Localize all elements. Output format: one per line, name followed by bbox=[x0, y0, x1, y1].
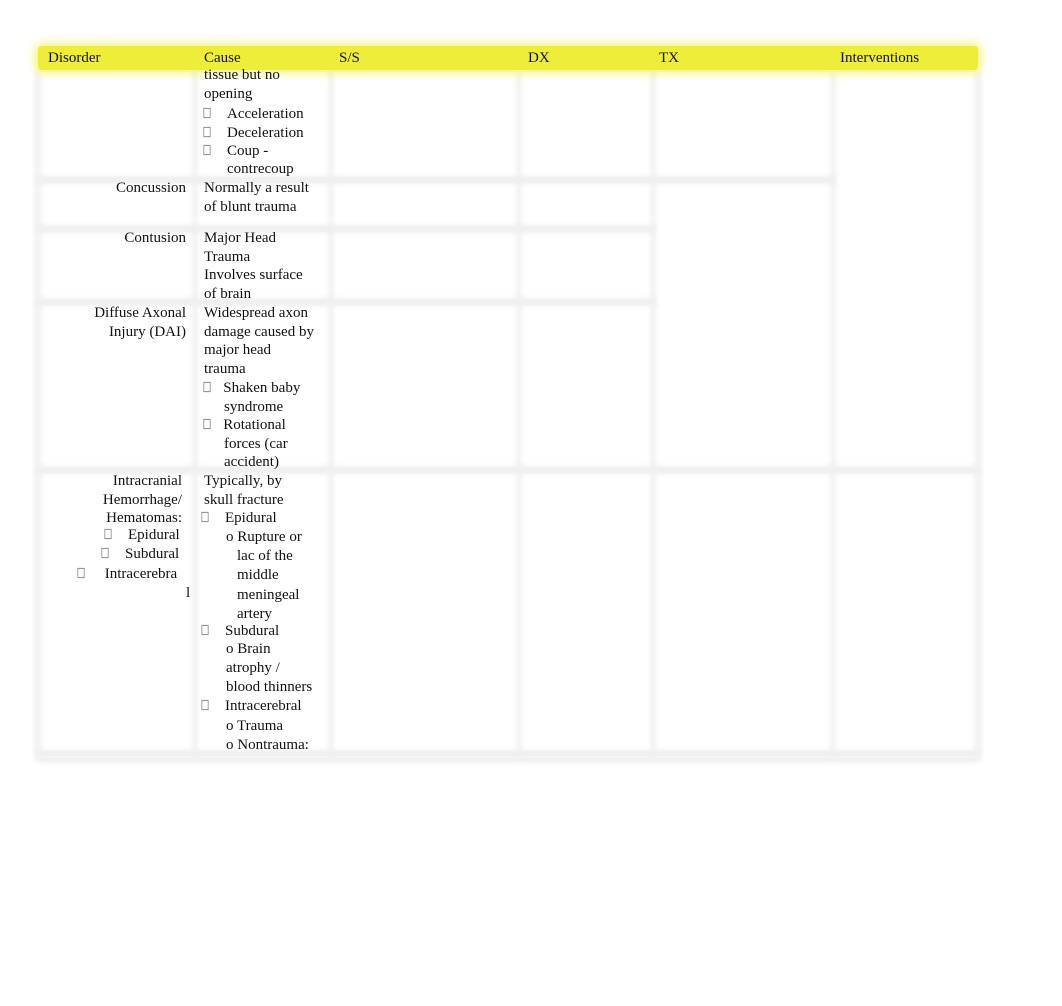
bullet-icon bbox=[201, 699, 209, 711]
list-item: Acceleration bbox=[227, 106, 304, 122]
disorder-bullet: Subdural bbox=[100, 545, 179, 564]
bullet-icon bbox=[201, 511, 209, 523]
cause-text: Involves surface bbox=[204, 267, 303, 284]
disorder-bullet: Intracerebra bbox=[76, 565, 177, 584]
grid-line bbox=[36, 750, 980, 758]
bullet-icon bbox=[203, 381, 211, 393]
disorder-name: Intracranial Hemorrhage/ Hematomas: bbox=[56, 472, 182, 528]
cause-bullet-list: Acceleration Deceleration Coup - bbox=[202, 105, 304, 161]
cause-text: skull fracture bbox=[204, 491, 284, 508]
bullet-icon bbox=[203, 126, 211, 137]
sub-item: lac of the bbox=[237, 548, 293, 564]
grid-line bbox=[974, 72, 980, 758]
grid-line bbox=[830, 72, 836, 758]
list-item: Epidural bbox=[225, 510, 277, 526]
table-row: tissue but no opening bbox=[204, 66, 280, 104]
grid-line bbox=[192, 72, 198, 758]
disorder-name: Concussion bbox=[115, 180, 186, 196]
sub-list: lac of the middle meningeal artery bbox=[237, 547, 299, 625]
bullet-icon bbox=[104, 528, 112, 540]
cause-text: of blunt trauma bbox=[204, 198, 297, 215]
table-row: Typically, by skull fracture bbox=[204, 472, 284, 509]
cause-text: tissue but no bbox=[204, 67, 280, 83]
list-item: Deceleration bbox=[227, 124, 304, 141]
cause-text: Major Head bbox=[204, 230, 277, 246]
header-disorder: Disorder bbox=[48, 50, 101, 66]
sub-item: atrophy / bbox=[226, 660, 280, 677]
list-item: Intracerebral bbox=[225, 698, 302, 714]
grid-line bbox=[328, 72, 334, 758]
list-item: Shaken baby bbox=[223, 380, 301, 396]
cause-text: opening bbox=[204, 85, 253, 102]
cause-bullet-list: Shaken baby syndrome Rotational forces (… bbox=[202, 379, 300, 472]
sub-item: meningeal bbox=[237, 586, 300, 603]
cause-text: damage caused by bbox=[204, 323, 314, 340]
header-tx: TX bbox=[659, 50, 679, 66]
bullet-icon bbox=[201, 624, 209, 636]
sub-item: blood thinners bbox=[226, 678, 313, 695]
cause-bullet: Epidural bbox=[200, 509, 277, 528]
list-item: forces (car bbox=[224, 435, 288, 452]
list-item: Subdural bbox=[125, 546, 180, 562]
table-frame bbox=[38, 72, 978, 758]
grid-line bbox=[650, 72, 656, 758]
list-item: Epidural bbox=[128, 527, 180, 543]
bullet-icon bbox=[203, 107, 211, 119]
header-interventions: Interventions bbox=[840, 50, 920, 66]
list-item: Intracerebra bbox=[104, 566, 178, 582]
bullet-icon bbox=[203, 145, 211, 156]
disorder-name: Diffuse Axonal Injury (DAI) bbox=[56, 304, 186, 341]
disorder-line: Hematomas: bbox=[106, 510, 182, 527]
cause-text: trauma bbox=[204, 360, 246, 377]
sub-list: o Brain atrophy / blood thinners bbox=[226, 640, 312, 697]
header-dx: DX bbox=[528, 50, 550, 66]
disorder-line: Hemorrhage/ bbox=[102, 491, 182, 508]
list-item-continuation: contrecoup bbox=[227, 161, 294, 177]
table-row: Widespread axon damage caused by major h… bbox=[204, 304, 314, 378]
disorder-line: Intracranial bbox=[112, 473, 182, 489]
table-header bbox=[38, 46, 978, 70]
disorder-bullet-continuation: l bbox=[186, 585, 191, 601]
table-row: Normally a result of blunt trauma bbox=[204, 179, 309, 216]
list-item: accident) bbox=[224, 454, 279, 471]
cause-text: Trauma bbox=[204, 248, 251, 265]
sub-item: o Trauma bbox=[226, 718, 284, 734]
table-row: Major Head Trauma Involves surface of br… bbox=[204, 229, 303, 303]
disorder-name: Contusion bbox=[124, 230, 186, 246]
header-ss: S/S bbox=[339, 50, 360, 66]
bullet-icon bbox=[101, 547, 109, 559]
grid-line bbox=[516, 72, 522, 758]
cause-text: Normally a result bbox=[204, 180, 309, 196]
bullet-icon bbox=[203, 419, 211, 430]
sub-item: o Brain bbox=[226, 641, 271, 657]
disorder-line: Injury (DAI) bbox=[108, 323, 186, 340]
sub-item: o Nontrauma: bbox=[226, 737, 309, 754]
header-cause: Cause bbox=[204, 50, 241, 66]
list-item: Rotational bbox=[223, 417, 286, 434]
cause-bullet: Subdural bbox=[200, 622, 279, 641]
disorder-line: Diffuse Axonal bbox=[94, 305, 186, 321]
cause-text: Typically, by bbox=[204, 473, 282, 489]
sub-list: o Trauma o Nontrauma: bbox=[226, 717, 309, 756]
cause-text: Widespread axon bbox=[204, 305, 308, 321]
cause-text: major head bbox=[204, 342, 272, 359]
disorder-bullet: Epidural bbox=[103, 526, 180, 545]
sub-item: o Rupture or bbox=[226, 529, 302, 545]
list-item: syndrome bbox=[224, 398, 284, 415]
list-item: Subdural bbox=[225, 623, 280, 639]
sub-item: middle bbox=[237, 567, 279, 584]
bullet-icon bbox=[77, 567, 85, 579]
cause-text: of brain bbox=[204, 285, 252, 302]
list-item: Coup - bbox=[227, 143, 269, 160]
document-table: Disorder Cause S/S DX TX Interventions t… bbox=[36, 42, 982, 760]
grid-line bbox=[36, 72, 42, 758]
cause-bullet: Intracerebral bbox=[200, 697, 302, 716]
sub-list: o Rupture or bbox=[226, 528, 302, 547]
